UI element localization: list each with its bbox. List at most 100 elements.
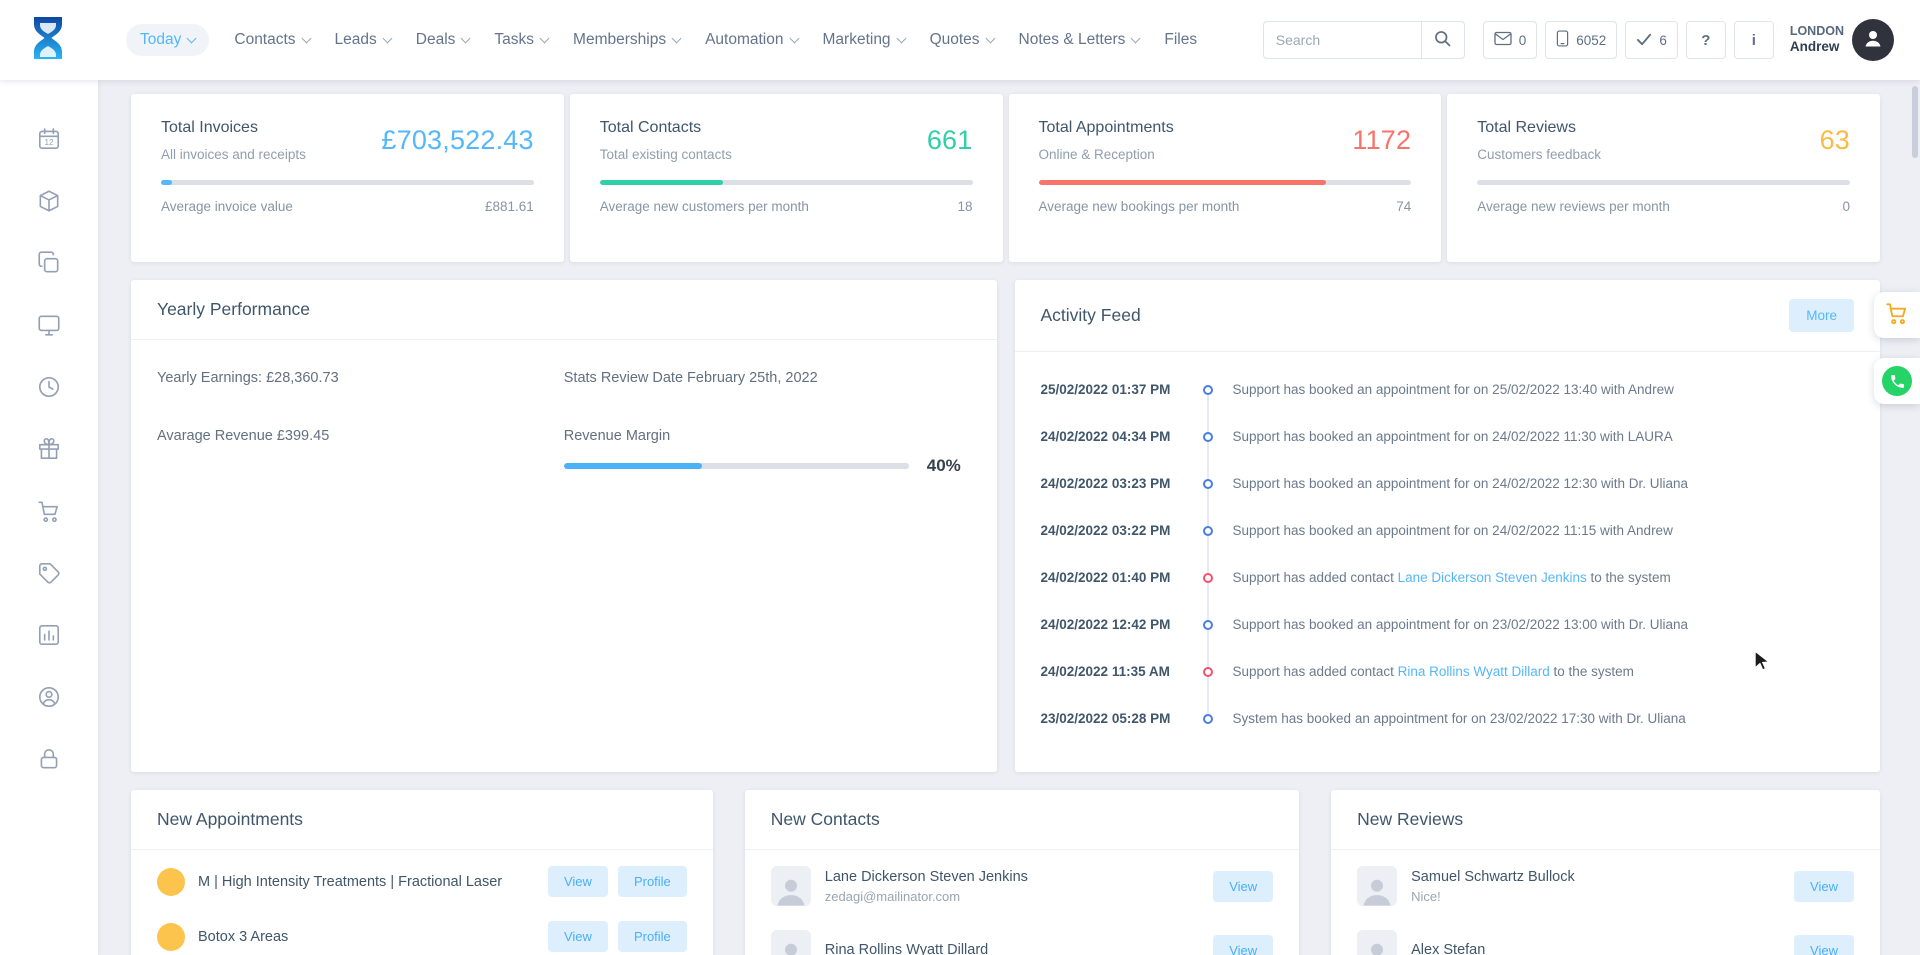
activity-time: 25/02/2022 01:37 PM bbox=[1041, 382, 1191, 397]
nav-label: Leads bbox=[335, 31, 377, 49]
nav-item-tasks[interactable]: Tasks bbox=[494, 24, 548, 56]
chevron-down-icon bbox=[672, 33, 682, 43]
products-icon[interactable] bbox=[36, 188, 62, 214]
tasks-button[interactable]: 6 bbox=[1625, 21, 1678, 59]
contact-list-item: Lane Dickerson Steven Jenkins zedagi@mai… bbox=[745, 850, 1299, 914]
floating-whatsapp-button[interactable] bbox=[1874, 358, 1920, 404]
epos-icon[interactable] bbox=[36, 312, 62, 338]
floating-cart-button[interactable] bbox=[1874, 292, 1920, 338]
user-avatar[interactable] bbox=[1852, 19, 1894, 61]
calendar-icon[interactable]: 12 bbox=[36, 126, 62, 152]
person-placeholder-icon bbox=[771, 930, 811, 955]
info-button[interactable]: i bbox=[1734, 21, 1774, 59]
view-button[interactable]: View bbox=[1213, 871, 1273, 902]
topbar-actions: 0 6052 6 ? i LONDON Andrew bbox=[1263, 19, 1894, 61]
activity-time: 24/02/2022 04:34 PM bbox=[1041, 429, 1191, 444]
nav-item-deals[interactable]: Deals bbox=[416, 24, 470, 56]
nav-item-leads[interactable]: Leads bbox=[335, 24, 391, 56]
appointment-avatar bbox=[157, 923, 185, 951]
stat-footer-label: Average new customers per month bbox=[600, 199, 809, 214]
scrollbar-thumb[interactable] bbox=[1912, 86, 1918, 158]
panel-title: New Contacts bbox=[771, 809, 880, 830]
nav-item-marketing[interactable]: Marketing bbox=[823, 24, 905, 56]
nav-item-notes-letters[interactable]: Notes & Letters bbox=[1019, 24, 1140, 56]
stat-footer-value: £881.61 bbox=[485, 199, 534, 214]
contact-list-item: Rina Rollins Wyatt Dillard View bbox=[745, 914, 1299, 955]
coupon-icon[interactable] bbox=[36, 560, 62, 586]
person-placeholder-icon bbox=[1357, 930, 1397, 955]
search-input[interactable] bbox=[1263, 21, 1421, 59]
view-button[interactable]: View bbox=[548, 866, 608, 897]
timeline-marker-icon bbox=[1191, 601, 1225, 648]
messages-button[interactable]: 0 bbox=[1483, 21, 1538, 59]
panel-title: Yearly Performance bbox=[157, 299, 310, 320]
stat-subtitle: Customers feedback bbox=[1477, 147, 1601, 162]
timeline-marker-icon bbox=[1191, 507, 1225, 554]
appointment-name: M | High Intensity Treatments | Fraction… bbox=[198, 874, 502, 890]
stat-footer-value: 0 bbox=[1842, 199, 1850, 214]
view-button[interactable]: View bbox=[548, 921, 608, 952]
new-contacts-panel: New Contacts Lane Dickerson Steven Jenki… bbox=[745, 790, 1299, 955]
revenue-margin-label: Revenue Margin bbox=[564, 428, 971, 444]
profile-button[interactable]: Profile bbox=[618, 866, 687, 897]
view-button[interactable]: View bbox=[1213, 935, 1273, 955]
activity-item: 24/02/2022 04:34 PM Support has booked a… bbox=[1041, 413, 1855, 460]
main-nav: Today Contacts Leads Deals Tasks Members… bbox=[126, 24, 1197, 56]
cart-icon[interactable] bbox=[36, 498, 62, 524]
review-comment: Nice! bbox=[1411, 889, 1575, 904]
nav-item-automation[interactable]: Automation bbox=[705, 24, 797, 56]
activity-time: 23/02/2022 05:28 PM bbox=[1041, 711, 1191, 726]
mail-icon bbox=[1494, 31, 1512, 49]
nav-label: Files bbox=[1164, 31, 1197, 49]
activity-time: 24/02/2022 12:42 PM bbox=[1041, 617, 1191, 632]
tasks-count: 6 bbox=[1659, 33, 1667, 48]
appointment-avatar bbox=[157, 868, 185, 896]
appointment-list-item: M | High Intensity Treatments | Fraction… bbox=[131, 850, 713, 905]
panel-title: New Reviews bbox=[1357, 809, 1463, 830]
nav-item-memberships[interactable]: Memberships bbox=[573, 24, 680, 56]
reports-icon[interactable] bbox=[36, 622, 62, 648]
phone-count: 6052 bbox=[1576, 33, 1606, 48]
dashboard-main: Total Invoices All invoices and receipts… bbox=[98, 80, 1920, 955]
activity-text: Support has booked an appointment for on… bbox=[1225, 617, 1689, 632]
nav-label: Quotes bbox=[930, 31, 980, 49]
activity-timeline: 25/02/2022 01:37 PM Support has booked a… bbox=[1015, 352, 1881, 742]
activity-text: Support has booked an appointment for on… bbox=[1225, 429, 1673, 444]
chevron-down-icon bbox=[187, 33, 197, 43]
stat-progress-bar bbox=[161, 180, 534, 185]
lock-icon[interactable] bbox=[36, 746, 62, 772]
new-reviews-panel: New Reviews Samuel Schwartz Bullock Nice… bbox=[1331, 790, 1880, 955]
stat-footer-value: 18 bbox=[957, 199, 972, 214]
view-button[interactable]: View bbox=[1794, 871, 1854, 902]
stat-subtitle: All invoices and receipts bbox=[161, 147, 306, 162]
support-icon[interactable] bbox=[36, 684, 62, 710]
search-icon bbox=[1434, 30, 1451, 50]
nav-item-quotes[interactable]: Quotes bbox=[930, 24, 994, 56]
phone-button[interactable]: 6052 bbox=[1545, 21, 1617, 59]
stat-progress-bar bbox=[1477, 180, 1850, 185]
help-button[interactable]: ? bbox=[1686, 21, 1726, 59]
profile-button[interactable]: Profile bbox=[618, 921, 687, 952]
contact-name: Lane Dickerson Steven Jenkins bbox=[825, 869, 1028, 885]
gift-icon[interactable] bbox=[36, 436, 62, 462]
nav-item-contacts[interactable]: Contacts bbox=[234, 24, 309, 56]
contact-link[interactable]: Lane Dickerson Steven Jenkins bbox=[1398, 570, 1587, 585]
more-button[interactable]: More bbox=[1789, 299, 1854, 332]
view-button[interactable]: View bbox=[1794, 935, 1854, 955]
nav-item-files[interactable]: Files bbox=[1164, 24, 1197, 56]
search-button[interactable] bbox=[1421, 21, 1465, 59]
nav-label: Tasks bbox=[494, 31, 534, 49]
location-label: LONDON bbox=[1790, 24, 1844, 40]
stat-title: Total Reviews bbox=[1477, 119, 1601, 137]
nav-label: Deals bbox=[416, 31, 456, 49]
nav-label: Today bbox=[140, 31, 181, 49]
check-icon bbox=[1636, 31, 1652, 50]
left-sidebar: 12 bbox=[0, 80, 98, 955]
activity-text: Support has booked an appointment for on… bbox=[1225, 382, 1674, 397]
contact-link[interactable]: Rina Rollins Wyatt Dillard bbox=[1398, 664, 1550, 679]
rooms-icon[interactable] bbox=[36, 250, 62, 276]
app-logo-icon[interactable] bbox=[24, 13, 72, 67]
nav-item-today[interactable]: Today bbox=[126, 24, 209, 56]
history-icon[interactable] bbox=[36, 374, 62, 400]
whatsapp-icon bbox=[1882, 366, 1912, 396]
